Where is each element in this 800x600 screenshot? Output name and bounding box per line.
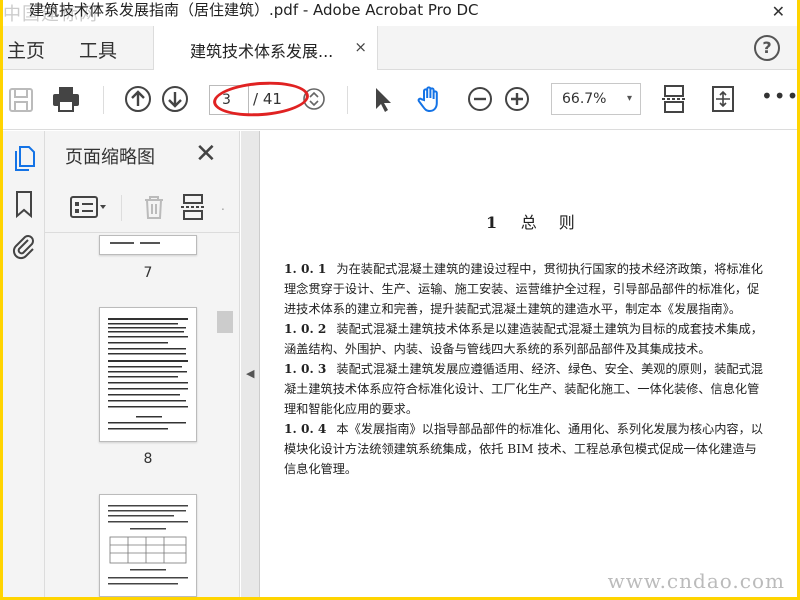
document-tab[interactable]: 建筑技术体系发展... × <box>153 26 378 70</box>
attachment-icon[interactable] <box>9 231 39 261</box>
select-arrow-icon[interactable] <box>367 84 397 114</box>
clause-number: 1. 0. 2 <box>284 322 327 336</box>
watermark-bottom: www.cndao.com <box>607 569 785 593</box>
zoom-level-select[interactable]: 66.7% ▾ <box>551 83 641 115</box>
page-thumbnail-9[interactable] <box>99 494 197 597</box>
thumbnail-content <box>108 505 188 585</box>
fit-page-icon[interactable] <box>659 84 689 114</box>
full-screen-icon[interactable] <box>708 84 738 114</box>
toolbar: 3 / 41 66.7% ▾ ••• <box>3 70 797 130</box>
thumbnail-scrollbar-thumb[interactable] <box>217 311 233 333</box>
prev-page-icon[interactable] <box>123 84 153 114</box>
paragraph-line: 进技术体系的建立和完善，提升装配式混凝土建筑的建造水平，制定本《发展指南》。 <box>284 299 797 319</box>
clause-text: 信息化管理。 <box>284 462 358 476</box>
page-thumbnails-panel: 页面缩略图 ✕ . 7 8 <box>45 131 240 597</box>
clause-text: 进技术体系的建立和完善，提升装配式混凝土建筑的建造水平，制定本《发展指南》。 <box>284 302 742 316</box>
chapter-title: 总则 <box>520 213 597 232</box>
paragraph-line: 理念贯穿于设计、生产、运输、施工安装、运营维护全过程，引导部品部件的标准化，促 <box>284 279 797 299</box>
clause-text: 理和智能化应用的要求。 <box>284 402 419 416</box>
chevron-down-icon: ▾ <box>626 93 632 104</box>
zoom-out-icon[interactable] <box>465 84 495 114</box>
page-thumbnail-7[interactable] <box>99 235 197 255</box>
help-icon[interactable]: ? <box>754 35 780 61</box>
clause-text: 装配式混凝土建筑技术体系是以建造装配式混凝土建筑为目标的成套技术集成， <box>336 322 763 336</box>
paragraph-line: 信息化管理。 <box>284 459 797 479</box>
thumbnail-page-label: 8 <box>143 451 153 467</box>
panel-title: 页面缩略图 <box>65 147 155 168</box>
more-icon[interactable]: ••• <box>761 84 797 108</box>
paragraph-line: 凝土建筑技术体系应符合标准化设计、工厂化生产、装配化施工、一体化装修、信息化管 <box>284 379 797 399</box>
clause-text: 凝土建筑技术体系应符合标准化设计、工厂化生产、装配化施工、一体化装修、信息化管 <box>284 382 760 396</box>
clause-text: 模块化设计方法统领建筑系统集成，依托 BIM 技术、工程总承包模式促成一体化建造… <box>284 442 757 456</box>
hand-icon[interactable] <box>415 84 445 114</box>
tab-bar: 主页 工具 建筑技术体系发展... × ? <box>3 26 797 70</box>
document-tab-label: 建筑技术体系发展... <box>190 42 334 61</box>
paragraph-line: 模块化设计方法统领建筑系统集成，依托 BIM 技术、工程总承包模式促成一体化建造… <box>284 439 797 459</box>
acrobat-window: 中国建标网 建筑技术体系发展指南（居住建筑）.pdf - Adobe Acrob… <box>3 0 797 597</box>
paragraph-line: 1. 0. 1 为在装配式混凝土建筑的建设过程中，贯彻执行国家的技术经济政策，将标… <box>284 259 797 279</box>
toolbar-separator <box>103 86 104 114</box>
thumbnail-options-icon[interactable] <box>69 193 109 221</box>
clause-number: 1. 0. 1 <box>284 262 327 276</box>
delete-page-icon[interactable] <box>139 193 169 221</box>
bookmark-icon[interactable] <box>9 189 39 219</box>
document-page: 1 总则 1. 0. 1 为在装配式混凝土建筑的建设过程中，贯彻执行国家的技术经济… <box>259 131 797 597</box>
navigation-pane-strip <box>3 131 45 597</box>
panel-toolbar-overflow: . <box>221 199 225 213</box>
toolbar-separator <box>347 86 348 114</box>
tools-tab[interactable]: 工具 <box>79 36 117 63</box>
panel-toolbar: . <box>45 181 240 233</box>
clause-number: 1. 0. 3 <box>284 362 327 376</box>
thumbnail-content <box>110 242 160 244</box>
home-tab[interactable]: 主页 <box>7 36 45 63</box>
chapter-number: 1 <box>486 213 500 232</box>
document-body-text: 1. 0. 1 为在装配式混凝土建筑的建设过程中，贯彻执行国家的技术经济政策，将标… <box>284 259 797 479</box>
clause-text: 本《发展指南》以指导部品部件的标准化、通用化、系列化发展为核心内容，以 <box>336 422 763 436</box>
insert-page-icon[interactable] <box>179 193 209 221</box>
save-icon[interactable] <box>7 84 37 114</box>
window-title: 建筑技术体系发展指南（居住建筑）.pdf - Adobe Acrobat Pro… <box>29 1 479 19</box>
paragraph-line: 1. 0. 4 本《发展指南》以指导部品部件的标准化、通用化、系列化发展为核心内容… <box>284 419 797 439</box>
panel-close-button[interactable]: ✕ <box>195 139 217 169</box>
thumbnail-page-label: 7 <box>143 265 153 281</box>
panel-toolbar-separator <box>121 195 122 221</box>
zoom-in-icon[interactable] <box>502 84 532 114</box>
clause-text: 理念贯穿于设计、生产、运输、施工安装、运营维护全过程，引导部品部件的标准化，促 <box>284 282 760 296</box>
paragraph-line: 1. 0. 3 装配式混凝土建筑发展应遵循适用、经济、绿色、安全、美观的原则，装配… <box>284 359 797 379</box>
zoom-level-value: 66.7% <box>562 91 607 107</box>
page-thumbnail-8[interactable] <box>99 307 197 442</box>
paragraph-line: 理和智能化应用的要求。 <box>284 399 797 419</box>
window-close-button[interactable]: ✕ <box>772 2 785 21</box>
paragraph-line: 1. 0. 2 装配式混凝土建筑技术体系是以建造装配式混凝土建筑为目标的成套技术集… <box>284 319 797 339</box>
collapse-panel-arrow[interactable]: ◀ <box>246 367 254 380</box>
document-tab-close-button[interactable]: × <box>354 38 367 56</box>
thumbnail-content <box>108 318 188 430</box>
clause-text: 涵盖结构、外围护、内装、设备与管线四大系统的系列部品部件及其集成技术。 <box>284 342 711 356</box>
clause-number: 1. 0. 4 <box>284 422 327 436</box>
document-viewer[interactable]: ◀ 1 总则 1. 0. 1 为在装配式混凝土建筑的建设过程中，贯彻执行国家的技术… <box>241 131 797 597</box>
clause-text: 装配式混凝土建筑发展应遵循适用、经济、绿色、安全、美观的原则，装配式混 <box>336 362 763 376</box>
paragraph-line: 涵盖结构、外围护、内装、设备与管线四大系统的系列部品部件及其集成技术。 <box>284 339 797 359</box>
clause-text: 为在装配式混凝土建筑的建设过程中，贯彻执行国家的技术经济政策，将标准化 <box>336 262 763 276</box>
chapter-heading: 1 总则 <box>486 209 597 233</box>
next-page-icon[interactable] <box>160 84 190 114</box>
print-icon[interactable] <box>51 84 81 114</box>
page-thumbnails-icon[interactable] <box>9 143 39 173</box>
title-bar: 中国建标网 建筑技术体系发展指南（居住建筑）.pdf - Adobe Acrob… <box>3 0 797 26</box>
